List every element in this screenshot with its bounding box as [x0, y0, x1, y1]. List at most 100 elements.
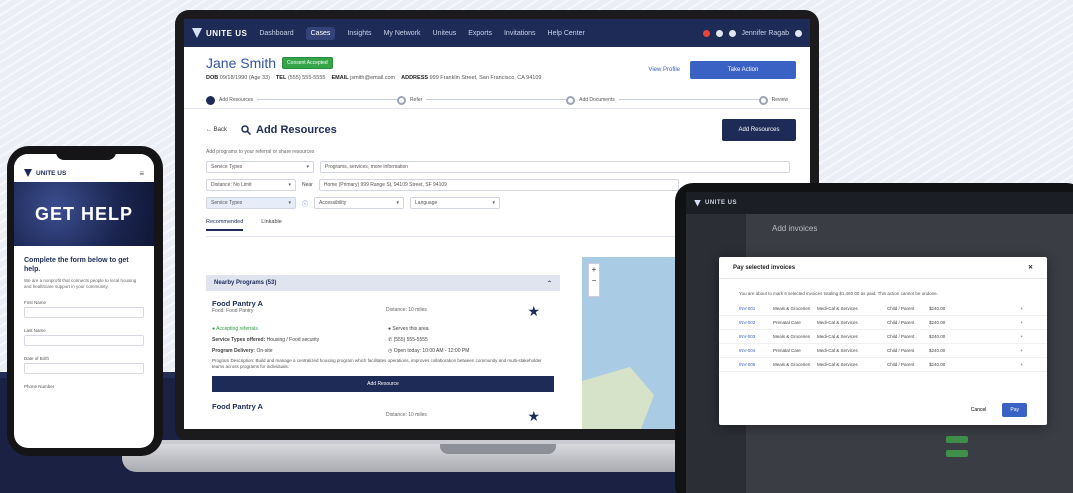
invoice-id[interactable]: INV-003 — [739, 334, 773, 339]
invoice-program: Medi-Cal & Services — [817, 334, 858, 339]
invoice-program: Medi-Cal & Services — [817, 306, 858, 311]
program-phone[interactable]: ✆ (555) 555-5555 — [388, 337, 558, 343]
expand-icon[interactable]: + — [971, 320, 1023, 325]
close-icon[interactable]: ✕ — [1028, 264, 1033, 271]
invoice-id[interactable]: INV-004 — [739, 348, 773, 353]
step-review[interactable]: Review — [758, 95, 792, 105]
search-icon — [241, 125, 252, 135]
pay-button[interactable]: Pay — [1002, 403, 1027, 417]
near-address-input[interactable]: Home (Primary) 999 Range St, 94109 Stree… — [318, 179, 679, 191]
info-icon[interactable]: ⓘ — [302, 199, 308, 208]
tab-linkable[interactable]: Linkable — [261, 219, 282, 231]
invoice-row[interactable]: INV-004 Prenatal Care Medi-Cal & Services C… — [719, 344, 1047, 358]
nav-uniteus[interactable]: Uniteus — [433, 30, 457, 37]
search-icon[interactable] — [715, 29, 723, 37]
add-resources-button[interactable]: Add Resources — [722, 119, 796, 141]
card-status-row: ● Accepting referrals ● Serves this area — [206, 326, 560, 332]
chevron-down-icon: ▾ — [288, 200, 291, 206]
logo[interactable]: UNITE US — [192, 28, 247, 38]
tablet-logo-text: UNITE US — [705, 200, 738, 206]
favorite-star-icon[interactable]: ★ — [527, 408, 540, 425]
last-name-input[interactable] — [24, 335, 144, 346]
program-card[interactable]: Food Pantry A Distance: 10 miles ★ Food:… — [206, 299, 560, 424]
invoice-service: Prenatal Care — [773, 320, 801, 325]
dob-input[interactable] — [24, 363, 144, 374]
expand-icon[interactable]: + — [971, 306, 1023, 311]
step-add-documents[interactable]: Add Documents — [566, 95, 619, 105]
nav-cases[interactable]: Cases — [305, 26, 336, 40]
serves-area: ● Serves this area — [388, 326, 429, 332]
tablet-logo: UNITE US — [694, 199, 738, 207]
invoice-id[interactable]: INV-002 — [739, 320, 773, 325]
notification-icon[interactable] — [702, 29, 710, 37]
dob-item: DOB 09/18/1990 (Age 33) — [206, 75, 270, 81]
first-name-input[interactable] — [24, 307, 144, 318]
accessibility-select[interactable]: Accessibility ▾ — [314, 197, 405, 209]
step-dot-icon — [397, 95, 407, 105]
expand-icon[interactable]: + — [971, 334, 1023, 339]
program-subtitle: Food: Food Pantry — [212, 308, 254, 314]
modal-header: Pay selected invoices ✕ — [719, 257, 1047, 279]
address-value: 999 Franklin Street, San Francisco, CA 9… — [429, 75, 542, 81]
nav-help-center[interactable]: Help Center — [548, 30, 585, 37]
step-label: Add Resources — [219, 97, 254, 103]
nav-my-network[interactable]: My Network — [384, 30, 421, 37]
services-value: Housing / Food security — [266, 337, 320, 343]
distance-select[interactable]: Distance: No Limit ▾ — [206, 179, 296, 191]
program-title[interactable]: Food Pantry A — [206, 299, 560, 308]
chevron-up-icon[interactable]: ⌃ — [547, 280, 552, 287]
invoice-program: Medi-Cal & Services — [817, 362, 858, 367]
tab-recommended[interactable]: Recommended — [206, 219, 244, 231]
unite-us-logo-icon — [24, 169, 32, 177]
nav-insights[interactable]: Insights — [347, 30, 371, 37]
filter-row-1: Service Types ▾ Programs, services, more … — [206, 161, 796, 173]
service-types-select[interactable]: Service Types ▾ — [206, 161, 314, 173]
apps-grid-icon[interactable] — [795, 29, 802, 37]
language-select[interactable]: Language ▾ — [410, 197, 501, 209]
select-value: Service Types — [211, 164, 243, 170]
program-search-input[interactable]: Programs, services, more information — [320, 161, 790, 173]
menu-icon[interactable]: ≡ — [139, 169, 144, 178]
invoice-row[interactable]: INV-001 Meals & Groceries Medi-Cal & Servi… — [719, 302, 1047, 316]
invoice-row[interactable]: INV-003 Meals & Groceries Medi-Cal & Servi… — [719, 330, 1047, 344]
nav-exports[interactable]: Exports — [468, 30, 492, 37]
nearby-programs-header[interactable]: Nearby Programs (53) ⌃ — [206, 275, 560, 291]
program-list: Nearby Programs (53) ⌃ Food Pantry A Dis… — [206, 275, 560, 429]
invoice-client: Child / Parent — [887, 348, 915, 353]
nav-dashboard[interactable]: Dashboard — [259, 30, 293, 37]
invoice-id[interactable]: INV-005 — [739, 362, 773, 367]
service-types: Service Types offered: Housing / Food se… — [212, 337, 382, 343]
step-add-resources[interactable]: Add Resources — [206, 95, 258, 105]
field-label: Phone Number — [24, 384, 55, 389]
cancel-button[interactable]: Cancel — [971, 407, 987, 413]
nav-invitations[interactable]: Invitations — [504, 30, 536, 37]
favorite-star-icon[interactable]: ★ — [527, 303, 540, 320]
phone-value: (555) 555-5555 — [287, 75, 326, 81]
invoice-row[interactable]: INV-002 Prenatal Care Medi-Cal & Services C… — [719, 316, 1047, 330]
back-link[interactable]: ← Back — [206, 127, 227, 133]
invoice-row[interactable]: INV-005 Meals & Groceries Medi-Cal & Servi… — [719, 358, 1047, 372]
map-land — [582, 367, 654, 429]
unite-us-logo-icon — [192, 28, 202, 38]
program-card-2[interactable]: Food Pantry A Distance: 10 miles ★ — [206, 402, 560, 424]
form-title: Complete the form below to get help. — [24, 257, 129, 273]
add-resource-button[interactable]: Add Resource — [212, 376, 554, 392]
chevron-down-icon: ▾ — [288, 182, 291, 188]
accepting-text: Accepting referrals — [216, 326, 258, 332]
help-icon[interactable] — [728, 29, 736, 37]
invoice-program: Medi-Cal & Services — [817, 348, 858, 353]
take-action-button[interactable]: Take Action — [690, 61, 796, 79]
services-label: Service Types offered: — [212, 337, 266, 343]
expand-icon[interactable]: + — [971, 348, 1023, 353]
invoice-id[interactable]: INV-001 — [739, 306, 773, 311]
program-filter-select[interactable]: Service Types ▾ — [206, 197, 296, 209]
expand-icon[interactable]: + — [971, 362, 1023, 367]
zoom-out-icon[interactable]: − — [589, 275, 599, 286]
view-profile-link[interactable]: View Profile — [648, 67, 680, 73]
user-menu[interactable]: Jennifer Ragab — [742, 30, 789, 37]
phone-hero: GET HELP — [14, 182, 154, 246]
chevron-down-icon: ▾ — [492, 200, 496, 206]
program-title-2[interactable]: Food Pantry A — [206, 402, 560, 411]
step-refer[interactable]: Refer — [397, 95, 427, 105]
zoom-in-icon[interactable]: + — [589, 264, 599, 275]
